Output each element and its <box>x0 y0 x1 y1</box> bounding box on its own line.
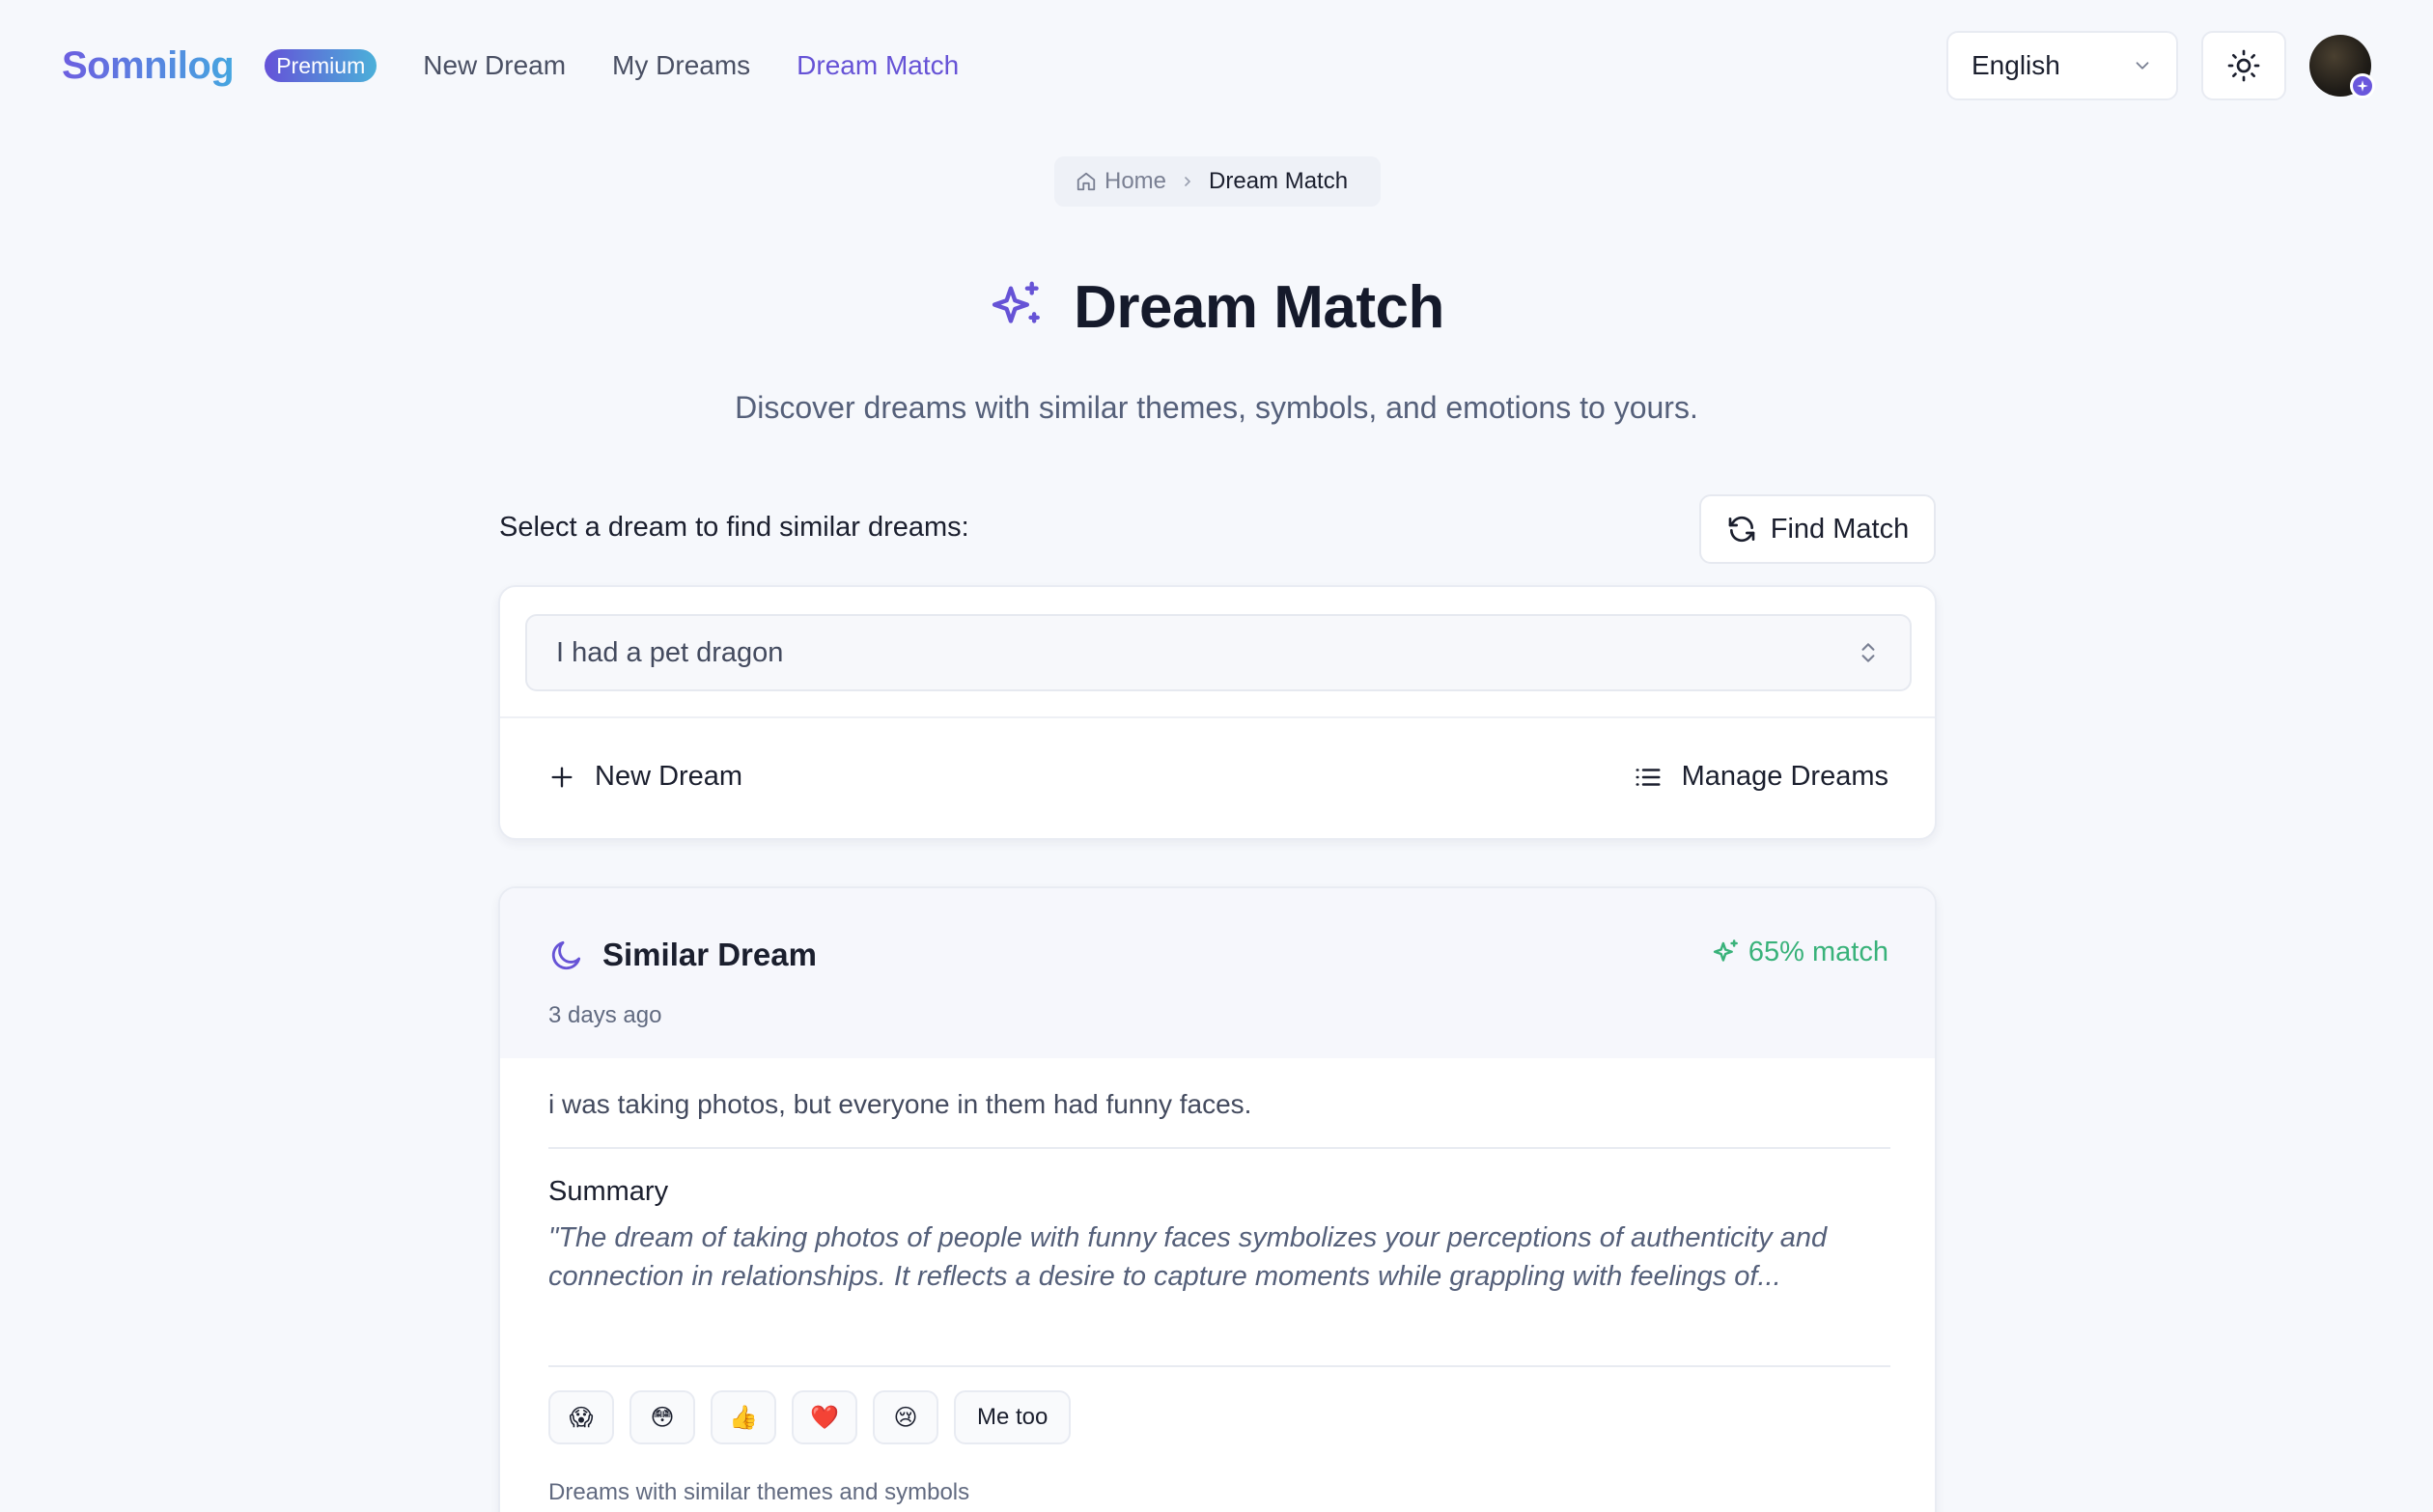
language-select[interactable]: English <box>1946 31 2178 100</box>
sparkle-icon <box>2357 80 2368 92</box>
similar-dream-title: Similar Dream <box>602 937 817 972</box>
similar-dream-time: 3 days ago <box>548 1002 662 1028</box>
similar-dream-card: Similar Dream 65% match 3 days ago i was… <box>498 886 1937 1512</box>
breadcrumb-home-link[interactable]: Home <box>1105 168 1166 195</box>
user-avatar[interactable] <box>2309 35 2375 98</box>
reaction-flushed-button[interactable]: 😳 <box>629 1390 695 1444</box>
select-dream-label: Select a dream to find similar dreams: <box>499 512 969 543</box>
new-dream-button[interactable]: New Dream <box>548 761 742 793</box>
summary-text: "The dream of taking photos of people wi… <box>548 1222 1828 1292</box>
theme-toggle-button[interactable] <box>2201 31 2286 100</box>
sun-icon <box>2227 49 2260 82</box>
chevron-right-icon <box>1180 174 1195 189</box>
refresh-icon <box>1728 516 1755 543</box>
sparkles-icon <box>1713 938 1738 962</box>
breadcrumb: Home Dream Match <box>1054 156 1381 207</box>
match-label: 65% match <box>1748 937 1888 967</box>
page-subtitle: Discover dreams with similar themes, sym… <box>735 390 1698 425</box>
manage-dreams-button[interactable]: Manage Dreams <box>1634 761 1888 793</box>
divider <box>548 1365 1890 1367</box>
reaction-thumbs-up-button[interactable]: 👍 <box>711 1390 776 1444</box>
main-nav: New Dream My Dreams Dream Match <box>423 50 1005 81</box>
reaction-scared-button[interactable]: 😱 <box>548 1390 614 1444</box>
new-dream-label: New Dream <box>595 761 743 792</box>
list-icon <box>1636 768 1661 786</box>
similar-dream-footer: Dreams with similar themes and symbols <box>548 1479 970 1505</box>
breadcrumb-current: Dream Match <box>1209 168 1349 194</box>
selected-dream: I had a pet dragon <box>556 636 784 668</box>
divider <box>500 716 1935 718</box>
reaction-sad-button[interactable]: 😢 <box>873 1390 938 1444</box>
avatar-premium-badge <box>2350 73 2375 98</box>
nav-dream-match[interactable]: Dream Match <box>797 50 959 81</box>
similar-dream-header: Similar Dream 65% match 3 days ago <box>500 888 1935 1058</box>
me-too-button[interactable]: Me too <box>954 1390 1072 1444</box>
dream-select-card: I had a pet dragon New Dream Manage Drea… <box>498 585 1937 840</box>
manage-dreams-label: Manage Dreams <box>1681 761 1888 792</box>
page-title: Dream Match <box>1074 273 1444 341</box>
reaction-bar: 😱 😳 👍 ❤️ 😢 Me too <box>548 1390 1086 1444</box>
language-value: English <box>1972 50 2060 80</box>
nav-new-dream[interactable]: New Dream <box>423 50 566 81</box>
logo[interactable]: Somnilog <box>62 44 235 88</box>
page-title-row: Dream Match <box>0 261 2433 353</box>
sparkles-icon <box>992 281 1040 323</box>
plus-icon <box>551 767 573 787</box>
summary-label: Summary <box>548 1176 669 1207</box>
moon-icon <box>551 940 581 970</box>
find-match-label: Find Match <box>1770 513 1910 545</box>
premium-badge: Premium <box>265 49 378 82</box>
divider <box>548 1147 1890 1149</box>
nav-my-dreams[interactable]: My Dreams <box>612 50 750 81</box>
home-icon <box>1077 172 1096 191</box>
header-actions: English <box>1946 31 2375 100</box>
similar-title-row: Similar Dream <box>548 937 817 973</box>
reaction-heart-button[interactable]: ❤️ <box>792 1390 857 1444</box>
dream-select[interactable]: I had a pet dragon <box>525 614 1912 691</box>
match-percentage: 65% match <box>1712 937 1888 968</box>
chevrons-up-down-icon <box>1861 643 1875 662</box>
similar-dream-text: i was taking photos, but everyone in the… <box>548 1089 1252 1119</box>
top-nav-bar: Somnilog Premium New Dream My Dreams Dre… <box>0 0 2433 131</box>
chevron-down-icon <box>2136 62 2149 70</box>
find-match-button[interactable]: Find Match <box>1699 494 1936 564</box>
